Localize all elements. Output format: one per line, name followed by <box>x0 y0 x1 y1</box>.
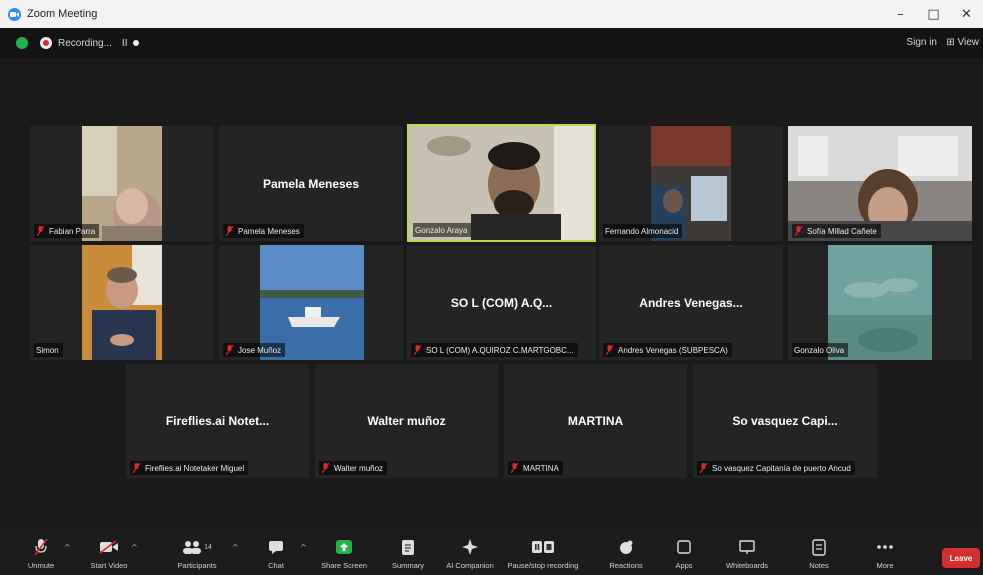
participant-name-label: MARTINA <box>508 461 563 475</box>
minimize-button[interactable]: – <box>884 0 917 28</box>
chat-options-caret-icon[interactable]: ^ <box>300 543 307 552</box>
muted-microphone-icon <box>34 537 48 557</box>
recording-status: Recording... <box>58 37 112 49</box>
participant-name-label: SO L (COM) A.QUIROZ C.MARTGOBC... <box>411 343 578 357</box>
ai-companion-button[interactable]: AI Companion <box>440 537 500 573</box>
participant-tile[interactable]: SO L (COM) A.Q... SO L (COM) A.QUIROZ C.… <box>407 245 596 360</box>
apps-button[interactable]: Apps <box>654 537 714 573</box>
more-button[interactable]: More <box>855 537 915 573</box>
muted-mic-icon <box>699 463 708 474</box>
start-video-button[interactable]: Start Video <box>79 537 139 573</box>
reactions-button[interactable]: Reactions <box>596 537 656 573</box>
muted-mic-icon <box>132 463 141 474</box>
muted-mic-icon <box>225 345 234 356</box>
meeting-top-bar: Recording... II <box>0 28 983 58</box>
muted-mic-icon <box>413 345 422 356</box>
participant-tile[interactable]: MARTINA MARTINA <box>504 364 687 478</box>
notes-icon <box>812 537 826 557</box>
participants-options-caret-icon[interactable]: ^ <box>232 543 239 552</box>
notes-button[interactable]: Notes <box>789 537 849 573</box>
stop-recording-control[interactable] <box>133 40 140 46</box>
share-screen-button[interactable]: Share Screen <box>314 537 374 573</box>
participant-tile[interactable]: Walter muñoz Walter muñoz <box>315 364 498 478</box>
muted-mic-icon <box>321 463 330 474</box>
encryption-shield-icon[interactable] <box>16 37 28 49</box>
maximize-button[interactable]: □ <box>917 0 950 28</box>
participant-tile-active-speaker[interactable]: Gonzalo Araya <box>407 124 596 242</box>
participants-count: 14 <box>204 543 212 551</box>
meeting-toolbar: Unmute ^ Start Video ^ 14 Participants ^… <box>0 531 983 575</box>
participant-tile[interactable]: Fernando Almonacid <box>599 126 783 241</box>
participants-button[interactable]: 14 Participants <box>167 537 227 573</box>
participant-display-name: SO L (COM) A.Q... <box>450 295 553 310</box>
view-menu-button[interactable]: ⊞ View <box>946 37 979 48</box>
leave-button[interactable]: Leave <box>942 548 980 568</box>
zoom-window: Zoom Meeting – □ ✕ Recording... II Sign … <box>0 0 983 575</box>
whiteboards-button[interactable]: Whiteboards <box>717 537 777 573</box>
muted-mic-icon <box>36 226 45 237</box>
more-dots-icon <box>877 537 893 557</box>
apps-icon <box>677 537 691 557</box>
unmute-button[interactable]: Unmute <box>11 537 71 573</box>
participant-name-label: Fireflies.ai Notetaker Miguel <box>130 461 249 475</box>
participant-video <box>82 245 162 360</box>
participant-tile[interactable]: Fabian Parra <box>30 126 214 241</box>
muted-mic-icon <box>605 345 614 356</box>
whiteboard-icon <box>739 537 755 557</box>
share-screen-icon <box>335 537 353 557</box>
summary-document-icon <box>401 537 415 557</box>
participant-display-name: Fireflies.ai Notet... <box>165 414 270 428</box>
participant-tile[interactable]: Jose Muñoz <box>219 245 403 360</box>
pause-stop-icon <box>531 537 555 557</box>
participant-tile[interactable]: Andres Venegas... Andres Venegas (SUBPES… <box>599 245 783 360</box>
reactions-heart-icon <box>618 537 634 557</box>
video-off-icon <box>99 537 119 557</box>
muted-mic-icon <box>225 226 234 237</box>
participant-tile[interactable]: Pamela Meneses Pamela Meneses <box>219 126 403 241</box>
pause-recording-control[interactable]: II <box>122 38 128 49</box>
chat-button[interactable]: Chat <box>246 537 306 573</box>
video-options-caret-icon[interactable]: ^ <box>131 543 138 552</box>
ai-sparkle-icon <box>461 537 479 557</box>
participant-name-label: Pamela Meneses <box>223 224 304 238</box>
chat-bubble-icon <box>268 537 284 557</box>
participant-display-name: MARTINA <box>567 414 624 428</box>
participants-icon: 14 <box>182 537 212 557</box>
participant-name-label: Fabian Parra <box>34 224 100 238</box>
participant-display-name: Andres Venegas... <box>639 295 743 310</box>
participant-tile[interactable]: So vasquez Capi... So vasquez Capitanía … <box>693 364 877 478</box>
participant-name-label: Andres Venegas (SUBPESCA) <box>603 343 732 357</box>
participant-name-label: Sofía Millad Cañete <box>792 224 881 238</box>
participant-tile[interactable]: Simon <box>30 245 214 360</box>
summary-button[interactable]: Summary <box>378 537 438 573</box>
participant-name-label: Walter muñoz <box>319 461 388 475</box>
pause-stop-recording-button[interactable]: Pause/stop recording <box>507 537 579 573</box>
participant-name-label: Simon <box>34 343 63 357</box>
muted-mic-icon <box>510 463 519 474</box>
muted-mic-icon <box>794 226 803 237</box>
title-bar: Zoom Meeting – □ ✕ <box>0 0 983 28</box>
participant-name-label: Gonzalo Araya <box>413 223 472 237</box>
participant-name-label: Jose Muñoz <box>223 343 286 357</box>
participant-tile[interactable]: Fireflies.ai Notet... Fireflies.ai Notet… <box>126 364 309 478</box>
close-button[interactable]: ✕ <box>950 0 983 28</box>
sign-in-link[interactable]: Sign in <box>906 37 937 48</box>
participant-display-name: So vasquez Capi... <box>732 414 838 428</box>
participant-name-label: So vasquez Capitanía de puerto Ancud <box>697 461 855 475</box>
participant-tile[interactable]: Gonzalo Oliva <box>788 245 972 360</box>
participant-name-label: Gonzalo Oliva <box>792 343 849 357</box>
zoom-app-icon <box>8 7 21 21</box>
recording-icon <box>40 37 52 49</box>
participant-display-name: Pamela Meneses <box>262 176 360 191</box>
participant-name-label: Fernando Almonacid <box>603 224 683 238</box>
window-title: Zoom Meeting <box>27 8 98 20</box>
participant-tile[interactable]: Sofía Millad Cañete <box>788 126 972 241</box>
audio-options-caret-icon[interactable]: ^ <box>64 543 71 552</box>
window-controls: – □ ✕ <box>884 0 983 28</box>
participant-display-name: Walter muñoz <box>367 414 446 428</box>
